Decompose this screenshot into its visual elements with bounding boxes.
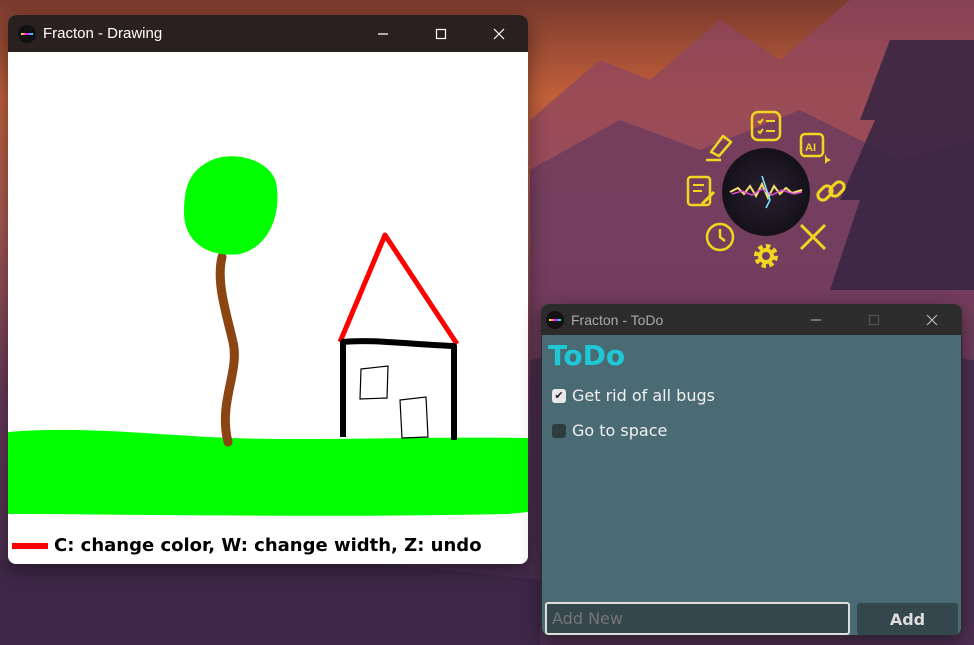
- ai-icon[interactable]: AI: [797, 130, 831, 164]
- house-roof: [337, 232, 460, 346]
- app-icon: [18, 24, 36, 43]
- tree-crown: [184, 156, 278, 255]
- notes-icon[interactable]: [684, 174, 718, 208]
- drawing-titlebar[interactable]: Fracton - Drawing: [8, 15, 528, 52]
- current-color-swatch: [12, 542, 48, 549]
- todo-item[interactable]: ✔ Get rid of all bugs: [552, 386, 715, 405]
- highlighter-icon[interactable]: [703, 128, 737, 162]
- house-door: [399, 396, 429, 439]
- todo-item-label: Go to space: [572, 421, 668, 440]
- close-button[interactable]: [903, 305, 961, 335]
- link-icon[interactable]: [814, 174, 848, 208]
- todo-checkbox-checked[interactable]: ✔: [552, 388, 566, 403]
- maximize-icon: [868, 314, 880, 326]
- todo-window-title: Fracton - ToDo: [571, 312, 664, 328]
- clock-icon[interactable]: [703, 220, 737, 254]
- checklist-icon[interactable]: [749, 109, 783, 143]
- app-icon: [546, 311, 564, 329]
- maximize-button[interactable]: [412, 15, 470, 52]
- minimize-button[interactable]: [787, 305, 845, 335]
- drawing-window-title: Fracton - Drawing: [43, 25, 163, 42]
- tree-trunk: [215, 252, 239, 447]
- house-window: [359, 365, 389, 400]
- close-button[interactable]: [470, 15, 528, 52]
- maximize-icon: [435, 28, 447, 39]
- todo-item-label: Get rid of all bugs: [572, 386, 715, 405]
- todo-heading: ToDo: [548, 339, 626, 372]
- grass-stroke: [8, 429, 528, 516]
- minimize-button[interactable]: [354, 15, 412, 52]
- radial-menu: AI: [684, 108, 854, 278]
- todo-window: Fracton - ToDo ToDo ✔ Get rid of all bug…: [541, 304, 962, 636]
- drawing-canvas[interactable]: [8, 52, 528, 527]
- drawing-help-text: C: change color, W: change width, Z: und…: [54, 535, 482, 556]
- close-menu-icon[interactable]: [796, 220, 830, 254]
- svg-text:AI: AI: [805, 142, 816, 154]
- minimize-icon: [811, 319, 821, 321]
- close-icon: [926, 314, 938, 326]
- drawing-status-bar: C: change color, W: change width, Z: und…: [8, 527, 528, 564]
- todo-item[interactable]: Go to space: [552, 421, 667, 440]
- maximize-button[interactable]: [845, 305, 903, 335]
- todo-titlebar[interactable]: Fracton - ToDo: [542, 305, 961, 335]
- minimize-icon: [378, 32, 388, 35]
- close-icon: [493, 28, 505, 39]
- todo-checkbox-unchecked[interactable]: [552, 423, 566, 438]
- house-walls: [340, 338, 457, 440]
- add-button[interactable]: Add: [857, 603, 958, 635]
- window-controls: [787, 305, 961, 335]
- settings-icon[interactable]: [749, 239, 783, 273]
- window-controls: [354, 15, 528, 52]
- drawing-window: Fracton - Drawing C: change color, W: ch…: [8, 15, 528, 564]
- add-new-input[interactable]: [545, 602, 850, 635]
